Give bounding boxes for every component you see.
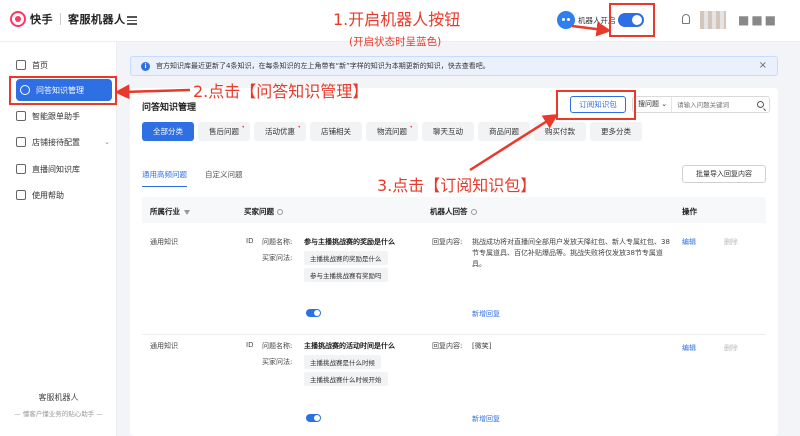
- category-tab-logistics[interactable]: 物流问题 •: [366, 122, 418, 141]
- sidebar-item-label: 直播间知识库: [32, 164, 80, 174]
- phrasing-pill: 主播挑战赛的奖励是什么: [304, 251, 388, 265]
- category-tab-payment[interactable]: 购买付款: [534, 122, 586, 141]
- question-name-label: 问题名称:: [262, 238, 293, 246]
- help-icon: [16, 190, 26, 200]
- reply-content: [微笑]: [472, 342, 492, 350]
- category-tab-chat[interactable]: 聊天互动: [422, 122, 474, 141]
- reply-label: 回复内容:: [432, 238, 463, 246]
- delete-link[interactable]: 删除: [724, 237, 738, 247]
- notice-text: 官方知识库最近更新了4条知识，在每条知识的左上角带有“新”字样的知识为本期更新的…: [156, 62, 490, 70]
- menu-collapse-icon[interactable]: [127, 16, 137, 25]
- update-notice: i 官方知识库最近更新了4条知识，在每条知识的左上角带有“新”字样的知识为本期更…: [130, 56, 778, 76]
- table-row: 通用知识 ID 问题名称: 参与主播挑战赛的奖励是什么 买家问法: 主播挑战赛的…: [142, 223, 766, 335]
- product-name: 客服机器人: [68, 13, 126, 26]
- annotation-box-toggle: [609, 3, 655, 37]
- batch-import-button[interactable]: 批量导入回复内容: [682, 165, 766, 183]
- header-industry: 所属行业: [150, 206, 190, 217]
- sidebar-item-store-config[interactable]: 店铺接待配置 ⌄: [12, 131, 114, 153]
- row-industry: 通用知识: [150, 238, 178, 246]
- store-icon: [16, 137, 26, 147]
- edit-link[interactable]: 编辑: [682, 343, 696, 353]
- sidebar-item-label: 店铺接待配置: [32, 137, 80, 147]
- reply-label: 回复内容:: [432, 342, 463, 350]
- annotation-step-2: 2.点击【问答知识管理】: [193, 82, 369, 101]
- logo: 快手 客服机器人: [10, 11, 126, 27]
- row-id-label: ID: [246, 341, 254, 349]
- sidebar-item-home[interactable]: 首页: [12, 54, 114, 76]
- sidebar-item-label: 智能跟单助手: [32, 111, 80, 121]
- tab-custom-questions[interactable]: 自定义问题: [205, 169, 243, 187]
- sidebar-item-help[interactable]: 使用帮助: [12, 184, 114, 206]
- phrasing-pill: 主播挑战赛什么时候开始: [304, 372, 388, 386]
- header-buyer-question: 买家问题: [244, 206, 283, 217]
- user-avatar[interactable]: [700, 11, 726, 29]
- brand-name: 快手: [30, 13, 53, 26]
- search-type-select[interactable]: 搜问题 ⌄: [633, 97, 673, 112]
- table-row: 通用知识 ID 问题名称: 主播挑战赛的活动时间是什么 买家问法: 主播挑战赛是…: [142, 335, 766, 436]
- category-tab-after-sales[interactable]: 售后问题 •: [198, 122, 250, 141]
- question-name: 参与主播挑战赛的奖励是什么: [304, 238, 395, 246]
- robot-avatar-icon: [557, 11, 575, 29]
- buyer-phrasing-label: 买家问法:: [262, 254, 293, 262]
- buyer-phrasings: 主播挑战赛的奖励是什么 参与主播挑战赛有奖励吗: [304, 251, 388, 285]
- add-reply-link[interactable]: 新增回复: [472, 309, 500, 319]
- live-icon: [16, 164, 26, 174]
- category-tab-store[interactable]: 店铺相关: [310, 122, 362, 141]
- phrasing-pill: 参与主播挑战赛有奖励吗: [304, 268, 388, 282]
- more-menu-icon[interactable]: ■■■: [738, 13, 778, 27]
- search-box: 搜问题 ⌄: [632, 96, 770, 113]
- search-icon[interactable]: [757, 101, 764, 108]
- question-name-label: 问题名称:: [262, 342, 293, 350]
- phrasing-pill: 主播挑战赛是什么时候: [304, 355, 381, 369]
- annotation-step-1: 1.开启机器人按钮: [333, 10, 461, 29]
- notification-bell-icon[interactable]: [682, 14, 690, 24]
- buyer-phrasings: 主播挑战赛是什么时候 主播挑战赛什么时候开始: [304, 355, 388, 389]
- help-circle-icon: [277, 209, 283, 215]
- category-tab-all[interactable]: 全部分类: [142, 122, 194, 141]
- search-input[interactable]: [672, 100, 743, 109]
- annotation-box-subscribe: [556, 90, 636, 120]
- sidebar-item-label: 首页: [32, 60, 48, 70]
- annotation-box-qa-management: [9, 76, 117, 105]
- tab-common-questions[interactable]: 通用高频问题: [142, 169, 187, 187]
- row-industry: 通用知识: [150, 342, 178, 350]
- row-id-label: ID: [246, 237, 254, 245]
- home-icon: [16, 60, 26, 70]
- annotation-step-1-note: (开启状态时呈蓝色): [349, 36, 442, 48]
- kuaishou-logo-icon: [10, 11, 26, 27]
- category-tabs: 全部分类 售后问题 • 活动优惠 • 店铺相关 物流问题 • 聊天互动 商品问题 购买…: [142, 122, 642, 141]
- filter-icon[interactable]: [184, 209, 190, 215]
- delete-link[interactable]: 删除: [724, 343, 738, 353]
- category-tab-more[interactable]: 更多分类: [590, 122, 642, 141]
- edit-link[interactable]: 编辑: [682, 237, 696, 247]
- info-icon: i: [141, 61, 150, 71]
- reply-content: 挑战成功将对直播间全部用户发放天降红包、新人专属红包、38节专属道具、百亿补贴爆…: [472, 238, 670, 268]
- question-name: 主播挑战赛的活动时间是什么: [304, 342, 395, 350]
- logo-divider: [60, 13, 61, 25]
- category-tab-products[interactable]: 商品问题: [478, 122, 530, 141]
- question-type-tabs: 通用高频问题 自定义问题: [142, 169, 243, 187]
- sidebar-footer-subtitle: — 懂客户懂业务的贴心助手 —: [14, 410, 103, 418]
- help-circle-icon: [470, 209, 477, 215]
- page-title: 问答知识管理: [142, 103, 197, 113]
- table-header: 所属行业 买家问题 机器人回答 操作: [142, 197, 766, 223]
- close-icon[interactable]: ×: [759, 60, 767, 71]
- sidebar-footer-title: 客服机器人: [38, 393, 79, 402]
- question-enable-toggle[interactable]: [306, 414, 321, 422]
- category-tab-promotions[interactable]: 活动优惠 •: [254, 122, 306, 141]
- question-enable-toggle[interactable]: [306, 309, 321, 317]
- buyer-phrasing-label: 买家问法:: [262, 358, 293, 366]
- qa-management-panel: 问答知识管理 订阅知识包 搜问题 ⌄ 全部分类 售后问题• 活动优惠• 店铺相关…: [130, 88, 778, 436]
- header-actions: 操作: [682, 207, 697, 216]
- sidebar-item-assistant[interactable]: 智能跟单助手: [12, 105, 114, 127]
- assistant-icon: [16, 111, 26, 121]
- add-reply-link[interactable]: 新增回复: [472, 414, 500, 424]
- sidebar-item-live-knowledge[interactable]: 直播间知识库: [12, 158, 114, 180]
- chevron-down-icon: ⌄: [104, 138, 110, 146]
- annotation-step-3: 3.点击【订阅知识包】: [377, 176, 537, 195]
- sidebar-item-label: 使用帮助: [32, 190, 64, 200]
- header-robot-answer: 机器人回答: [430, 206, 477, 217]
